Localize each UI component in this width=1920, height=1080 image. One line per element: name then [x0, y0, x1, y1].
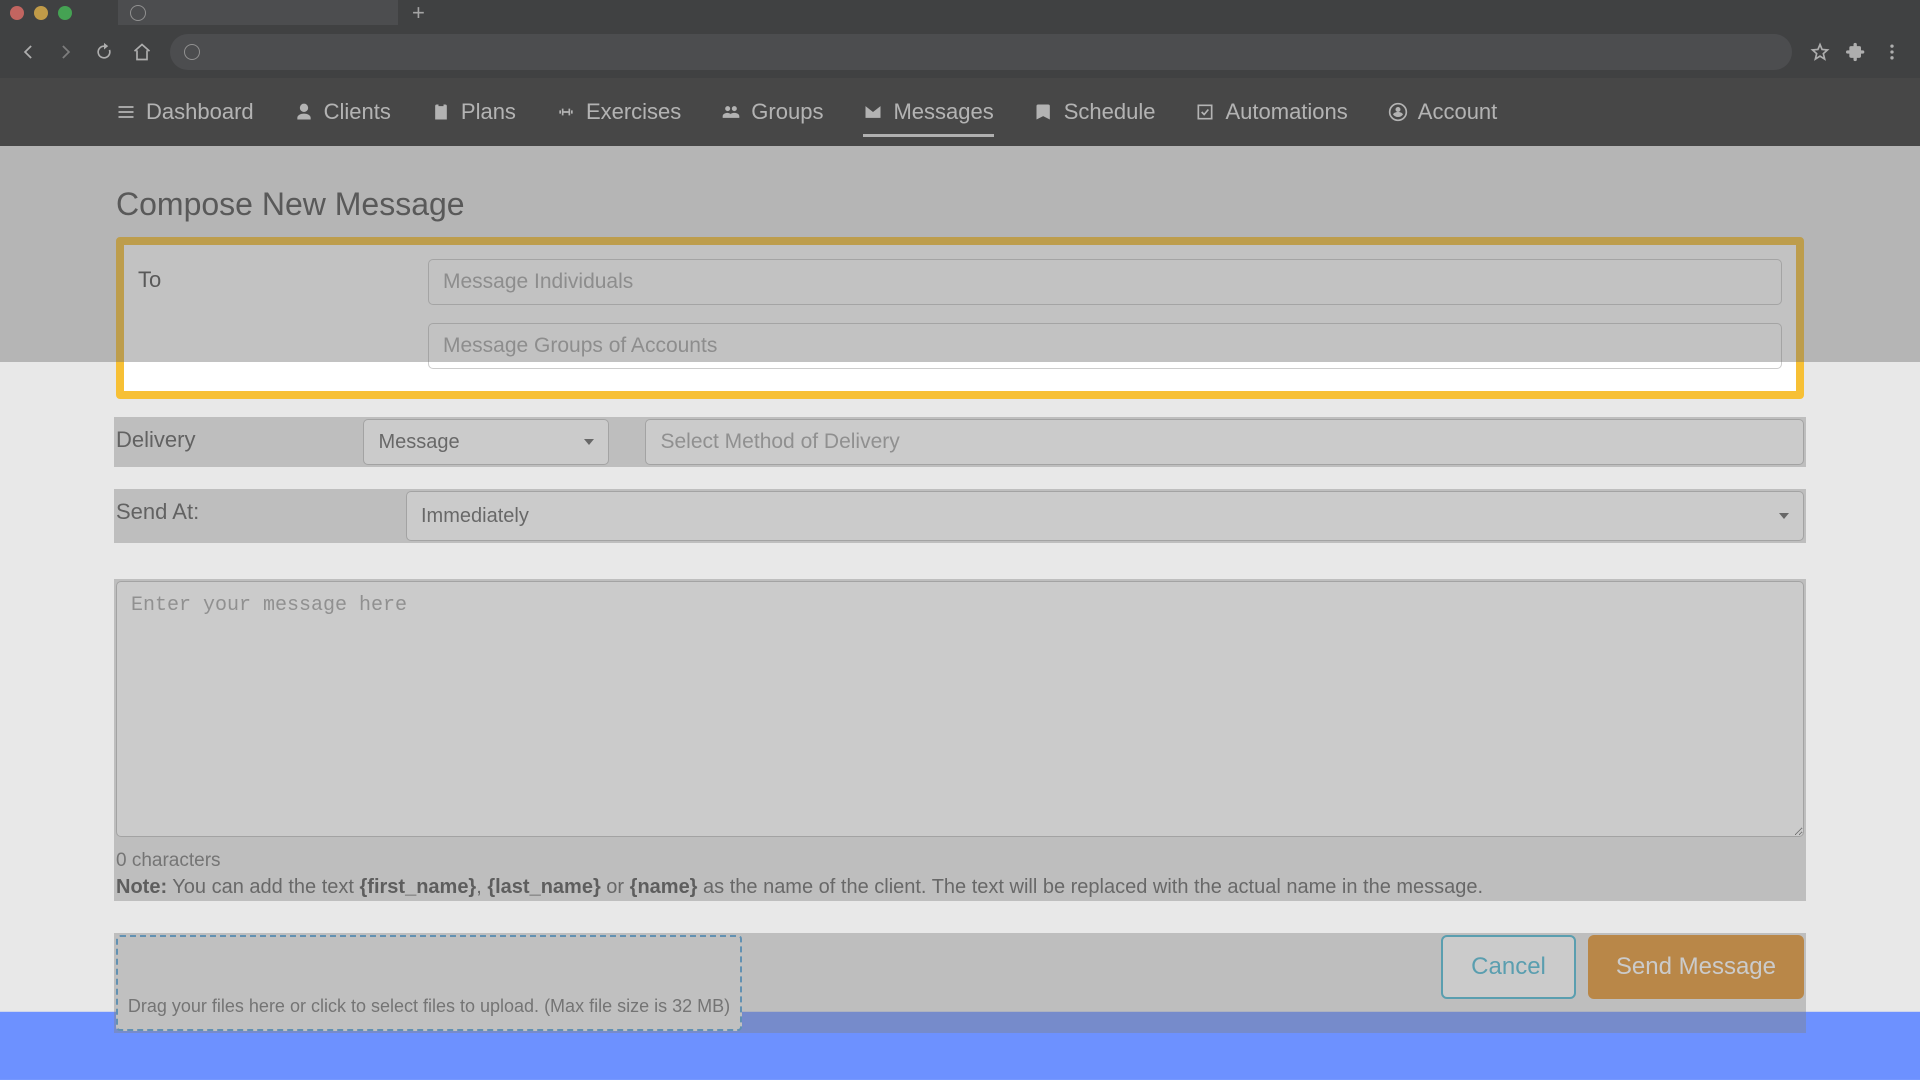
forward-icon[interactable]: [56, 42, 76, 62]
nav-label: Groups: [751, 99, 823, 125]
nav-label: Account: [1418, 99, 1498, 125]
envelope-icon: [863, 102, 883, 122]
address-bar-row: [0, 25, 1920, 78]
nav-label: Automations: [1225, 99, 1347, 125]
tab-bar: +: [0, 0, 1920, 25]
browser-chrome: +: [0, 0, 1920, 78]
compose-message-form: Compose New Message To Delivery Message: [0, 146, 1920, 1031]
dumbbell-icon: [556, 102, 576, 122]
chevron-down-icon: [1779, 513, 1789, 519]
delivery-type-value: Message: [378, 431, 459, 454]
app-nav: Dashboard Clients Plans Exercises Groups…: [0, 78, 1920, 146]
delivery-method-select[interactable]: Select Method of Delivery: [645, 419, 1804, 465]
group-icon: [721, 102, 741, 122]
character-count: 0 characters: [116, 850, 1804, 872]
nav-automations[interactable]: Automations: [1195, 79, 1347, 145]
nav-account[interactable]: Account: [1388, 79, 1498, 145]
send-at-select[interactable]: Immediately: [406, 491, 1804, 541]
send-at-label: Send At:: [116, 491, 406, 525]
window-controls: [10, 6, 72, 20]
minimize-window-icon[interactable]: [34, 6, 48, 20]
close-window-icon[interactable]: [10, 6, 24, 20]
maximize-window-icon[interactable]: [58, 6, 72, 20]
nav-label: Clients: [324, 99, 391, 125]
home-icon[interactable]: [132, 42, 152, 62]
message-body-textarea[interactable]: [116, 581, 1804, 837]
back-icon[interactable]: [18, 42, 38, 62]
delivery-label: Delivery: [116, 419, 363, 453]
menu-icon[interactable]: [1882, 42, 1902, 62]
dropzone-text: Drag your files here or click to select …: [128, 996, 730, 1017]
nav-dashboard[interactable]: Dashboard: [116, 79, 254, 145]
nav-groups[interactable]: Groups: [721, 79, 823, 145]
cancel-button[interactable]: Cancel: [1441, 935, 1576, 999]
to-section-highlight: To: [116, 237, 1804, 399]
nav-clients[interactable]: Clients: [294, 79, 391, 145]
nav-label: Plans: [461, 99, 516, 125]
chevron-down-icon: [584, 439, 594, 445]
reload-icon[interactable]: [94, 42, 114, 62]
book-icon: [1034, 102, 1054, 122]
delivery-type-select[interactable]: Message: [363, 419, 609, 465]
account-icon: [1388, 102, 1408, 122]
nav-label: Dashboard: [146, 99, 254, 125]
nav-messages[interactable]: Messages: [863, 79, 993, 145]
globe-icon: [130, 5, 146, 21]
new-tab-button[interactable]: +: [398, 0, 439, 26]
to-label: To: [138, 259, 428, 293]
dashboard-icon: [116, 102, 136, 122]
nav-exercises[interactable]: Exercises: [556, 79, 681, 145]
file-dropzone[interactable]: Drag your files here or click to select …: [116, 935, 742, 1031]
delivery-method-placeholder: Select Method of Delivery: [660, 430, 899, 454]
template-note: Note: You can add the text {first_name},…: [116, 876, 1804, 899]
nav-plans[interactable]: Plans: [431, 79, 516, 145]
clipboard-icon: [431, 102, 451, 122]
note-prefix: Note:: [116, 876, 167, 898]
message-individuals-input[interactable]: [428, 259, 1782, 305]
nav-label: Exercises: [586, 99, 681, 125]
person-icon: [294, 102, 314, 122]
nav-label: Schedule: [1064, 99, 1156, 125]
star-icon[interactable]: [1810, 42, 1830, 62]
check-icon: [1195, 102, 1215, 122]
extensions-icon[interactable]: [1846, 42, 1866, 62]
nav-label: Messages: [893, 99, 993, 125]
globe-icon: [184, 44, 200, 60]
nav-schedule[interactable]: Schedule: [1034, 79, 1156, 145]
address-bar[interactable]: [170, 34, 1792, 70]
browser-tab[interactable]: [118, 0, 398, 25]
send-at-value: Immediately: [421, 505, 529, 528]
send-message-button[interactable]: Send Message: [1588, 935, 1804, 999]
page-title: Compose New Message: [116, 186, 1804, 223]
message-groups-input[interactable]: [428, 323, 1782, 369]
